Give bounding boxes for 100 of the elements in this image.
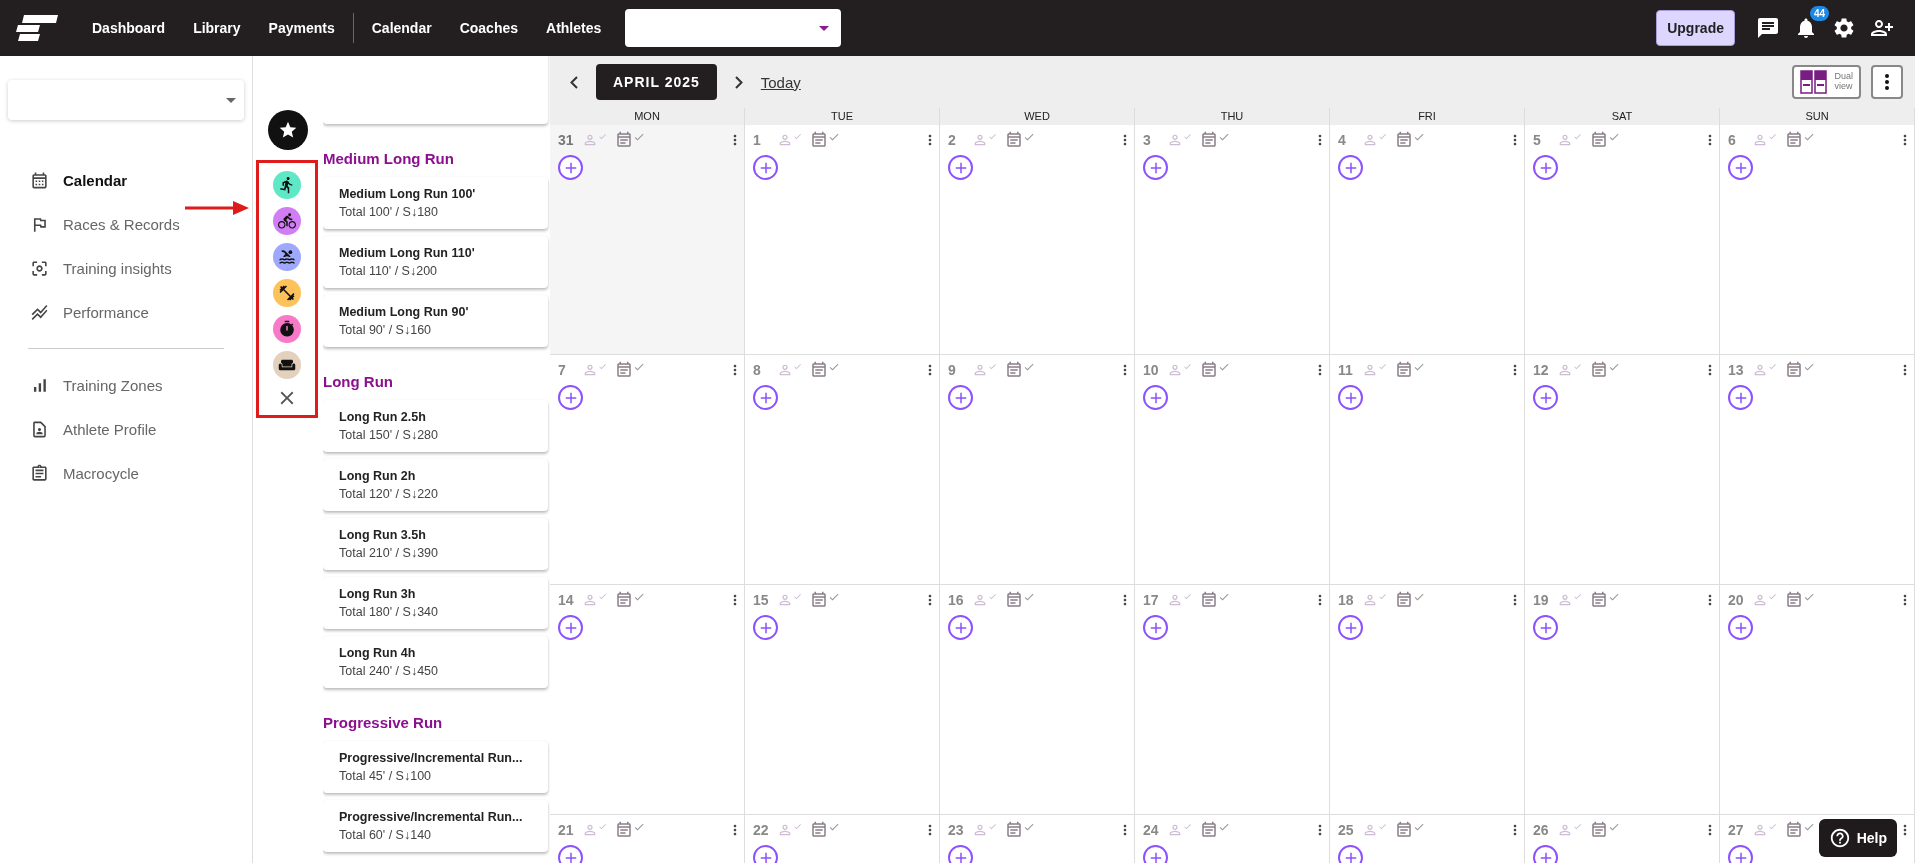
workout-card[interactable]: Long Run 2.5h Total 150' / S↓280 (323, 400, 548, 452)
day-number: 26 (1533, 822, 1549, 838)
workout-card[interactable]: Medium Long Run 90' Total 90' / S↓160 (323, 295, 548, 347)
workout-card[interactable]: Medium Long Run 100' Total 100' / S↓180 (323, 177, 548, 229)
section-title: Long Run (323, 373, 394, 390)
day-cell[interactable]: 19 (1525, 585, 1720, 815)
day-number: 17 (1143, 592, 1159, 608)
day-number: 5 (1533, 132, 1542, 148)
day-cell[interactable]: 4 (1330, 125, 1525, 355)
day-cell[interactable]: 16 (940, 585, 1135, 815)
section-title: Medium Long Run (323, 150, 455, 167)
workout-name: Medium Long Run 110' (339, 246, 476, 260)
workout-card[interactable]: Long Run 2h Total 120' / S↓220 (323, 459, 548, 511)
day-cell[interactable]: 9 (940, 355, 1135, 585)
day-number: 16 (948, 592, 964, 608)
day-number: 31 (558, 132, 574, 148)
workout-detail: Total 210' / S↓390 (339, 546, 439, 560)
nav-link[interactable]: Athletes (532, 20, 616, 36)
sidebar-item[interactable]: Training insights (8, 246, 244, 290)
day-number: 24 (1143, 822, 1159, 838)
day-cell[interactable]: 17 (1135, 585, 1330, 815)
workout-name: Long Run 3.5h (339, 528, 427, 542)
day-number: 15 (753, 592, 769, 608)
workout-name: Medium Long Run 100' (339, 187, 477, 201)
workout-detail: Total 150' / S↓280 (339, 428, 439, 442)
month-label[interactable]: APRIL 2025 (596, 64, 717, 100)
day-cell[interactable]: 5 (1525, 125, 1720, 355)
day-cell[interactable]: 15 (745, 585, 940, 815)
day-number: 13 (1728, 362, 1744, 378)
workout-detail: Total 100' / S↓180 (339, 205, 439, 219)
dual-view-button[interactable]: Dual view (1792, 65, 1861, 99)
day-number: 14 (558, 592, 574, 608)
day-number: 6 (1728, 132, 1737, 148)
workout-detail: Total 45' / S↓100 (339, 769, 433, 783)
workout-detail: Total 180' / S↓340 (339, 605, 439, 619)
workout-card[interactable]: Progressive/Incremental Run... Total 45' / S↓100 (323, 741, 548, 793)
sidebar-item[interactable]: Races & Records (8, 202, 244, 246)
day-number: 1 (753, 132, 762, 148)
workout-name: Long Run 3h (339, 587, 417, 601)
day-number: 27 (1728, 822, 1744, 838)
day-number: 22 (753, 822, 769, 838)
day-cell[interactable]: 12 (1525, 355, 1720, 585)
workout-detail: Total 60' / S↓140 (339, 828, 433, 842)
day-cell[interactable]: 14 (550, 585, 745, 815)
workout-name: Long Run 4h (339, 646, 417, 660)
sidebar-item[interactable]: Performance (8, 290, 244, 334)
day-number: 18 (1338, 592, 1354, 608)
day-number: 9 (948, 362, 957, 378)
day-cell[interactable]: 6 (1720, 125, 1915, 355)
workout-card[interactable]: Long Run 3h Total 180' / S↓340 (323, 577, 548, 629)
nav-link[interactable]: Coaches (445, 20, 533, 36)
day-cell[interactable]: 18 (1330, 585, 1525, 815)
workout-name: Medium Long Run 90' (339, 305, 470, 319)
workout-card[interactable]: Long Run 4h Total 240' / S↓450 (323, 636, 548, 688)
day-cell[interactable]: 7 (550, 355, 745, 585)
workout-name: Long Run 2h (339, 469, 417, 483)
nav-link[interactable]: Calendar (357, 20, 446, 36)
workout-detail: Total 110' / S↓200 (339, 264, 439, 278)
workout-name: Progressive/Incremental Run... (339, 810, 524, 824)
day-number: 25 (1338, 822, 1354, 838)
nav-link[interactable]: Library (179, 20, 255, 36)
sidebar-item[interactable]: Training Zones (8, 363, 244, 407)
workout-card[interactable]: Medium Long Run 110' Total 110' / S↓200 (323, 236, 548, 288)
day-number: 11 (1338, 362, 1354, 378)
notification-count: 44 (1809, 6, 1829, 21)
day-number: 2 (948, 132, 957, 148)
day-cell[interactable]: 1 (745, 125, 940, 355)
day-cell[interactable]: 8 (745, 355, 940, 585)
section-title: Progressive Run (323, 714, 444, 731)
day-cell[interactable]: 11 (1330, 355, 1525, 585)
day-number: 12 (1533, 362, 1549, 378)
day-cell[interactable]: 3 (1135, 125, 1330, 355)
day-number: 3 (1143, 132, 1152, 148)
sidebar-item[interactable]: Athlete Profile (8, 407, 244, 451)
day-cell[interactable]: 10 (1135, 355, 1330, 585)
today-link[interactable]: Today (760, 73, 801, 91)
day-number: 20 (1728, 592, 1744, 608)
day-number: 21 (558, 822, 574, 838)
day-number: 23 (948, 822, 964, 838)
day-cell[interactable]: 2 (940, 125, 1135, 355)
workout-card[interactable]: Long Run 3.5h Total 210' / S↓390 (323, 518, 548, 570)
day-number: 7 (558, 362, 567, 378)
sidebar-item[interactable]: Calendar (8, 158, 244, 202)
day-number: 10 (1143, 362, 1159, 378)
day-cell[interactable]: 31 (550, 125, 745, 355)
workout-name: Long Run 2.5h (339, 410, 427, 424)
nav-link[interactable]: Dashboard (78, 20, 180, 36)
day-number: 19 (1533, 592, 1549, 608)
workout-name: Progressive/Incremental Run... (339, 751, 524, 765)
workout-detail: Total 90' / S↓160 (339, 323, 433, 337)
workout-detail: Total 120' / S↓220 (339, 487, 439, 501)
nav-link[interactable]: Payments (254, 20, 349, 36)
workout-detail: Total 240' / S↓450 (339, 664, 439, 678)
workout-card[interactable]: Progressive/Incremental Run... Total 60' / S↓140 (323, 800, 548, 852)
day-cell[interactable]: 13 (1720, 355, 1915, 585)
sidebar-item[interactable]: Macrocycle (8, 451, 244, 495)
day-number: 8 (753, 362, 762, 378)
day-cell[interactable]: 20 (1720, 585, 1915, 815)
help-button[interactable]: Help (1818, 819, 1897, 857)
upgrade-button[interactable]: Upgrade (1656, 10, 1735, 46)
